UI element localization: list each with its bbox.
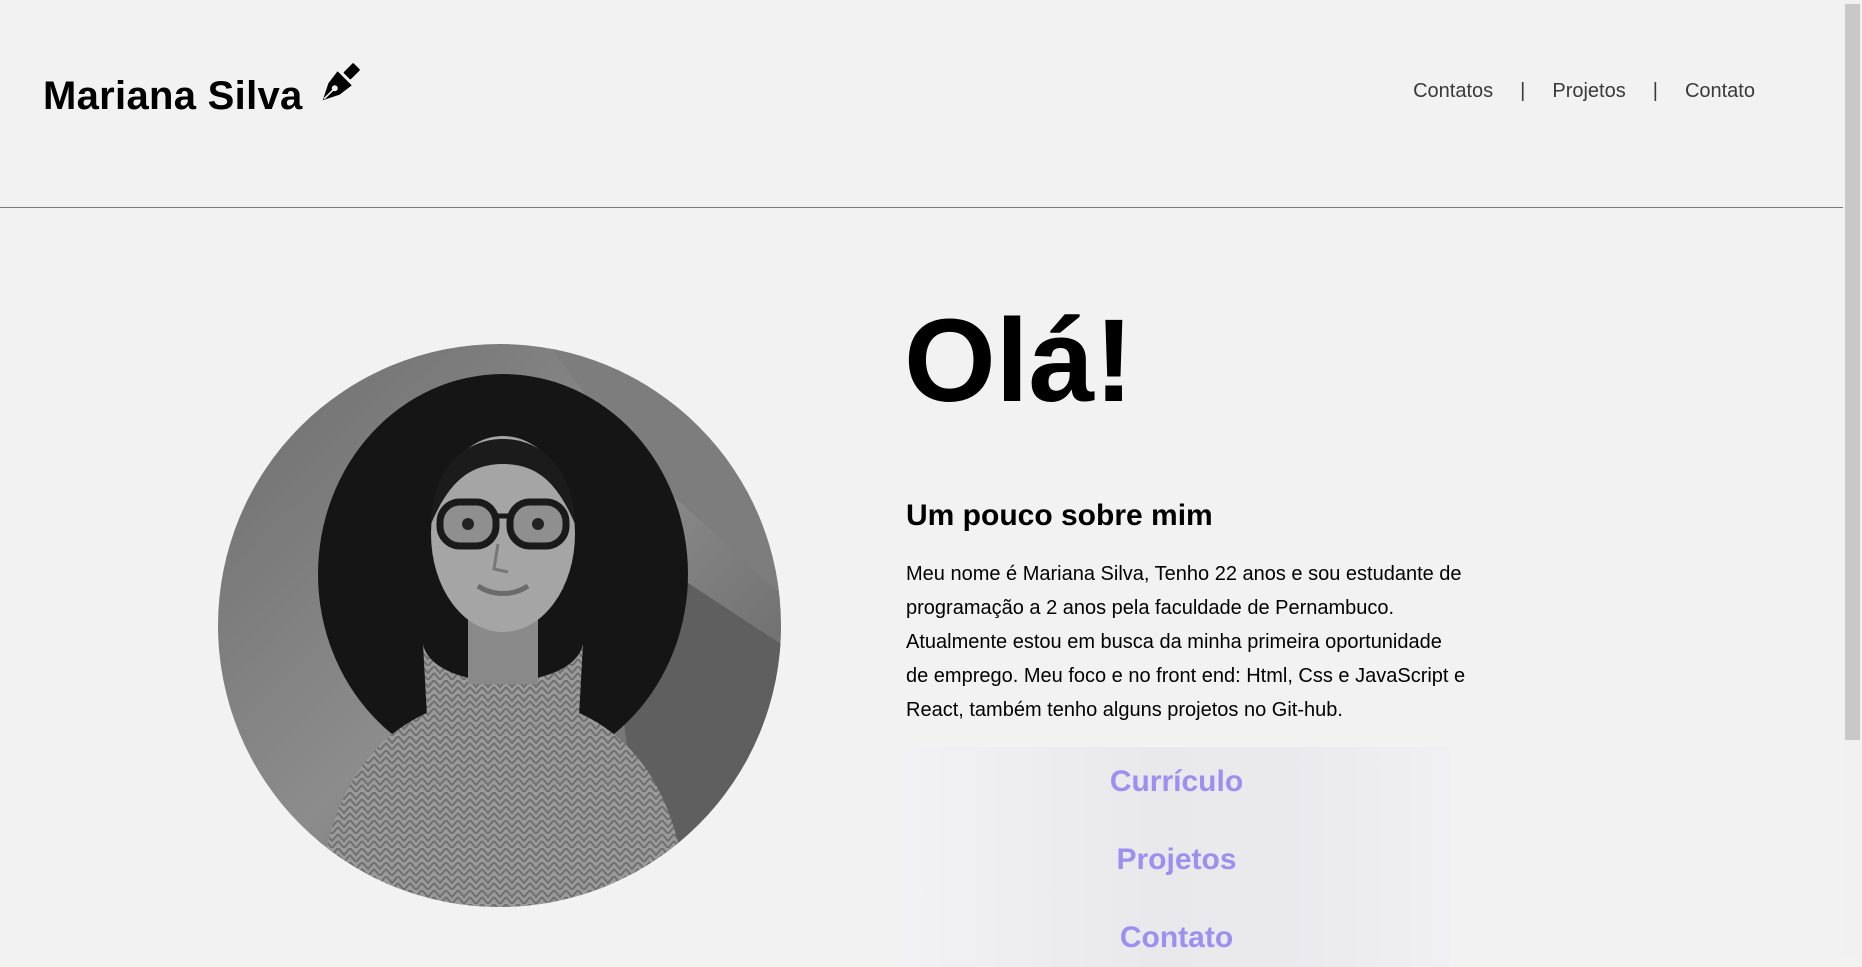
about-title: Um pouco sobre mim	[906, 499, 1213, 532]
nav-link-contato[interactable]: Contato	[1685, 80, 1755, 103]
nav-link-projetos[interactable]: Projetos	[1552, 80, 1625, 103]
quick-links-panel: Currículo Projetos Contato	[904, 747, 1449, 967]
fountain-pen-icon	[317, 61, 361, 107]
brand-name: Mariana Silva	[43, 74, 303, 118]
greeting-heading: Olá!	[904, 295, 1134, 427]
link-contato[interactable]: Contato	[904, 921, 1449, 955]
profile-photo	[218, 344, 781, 907]
scrollbar-thumb[interactable]	[1845, 4, 1860, 740]
link-projetos[interactable]: Projetos	[904, 843, 1449, 877]
page-scrollbar[interactable]	[1843, 0, 1862, 956]
top-nav: Contatos | Projetos | Contato	[1413, 80, 1755, 103]
brand: Mariana Silva	[43, 63, 361, 120]
site-header: Mariana Silva Contatos | Projetos | Cont…	[0, 0, 1843, 208]
about-text: Meu nome é Mariana Silva, Tenho 22 anos …	[906, 563, 1466, 721]
nav-separator: |	[1520, 80, 1526, 102]
link-curriculo[interactable]: Currículo	[904, 765, 1449, 799]
nav-separator: |	[1652, 80, 1658, 102]
nav-link-contatos[interactable]: Contatos	[1413, 80, 1493, 103]
